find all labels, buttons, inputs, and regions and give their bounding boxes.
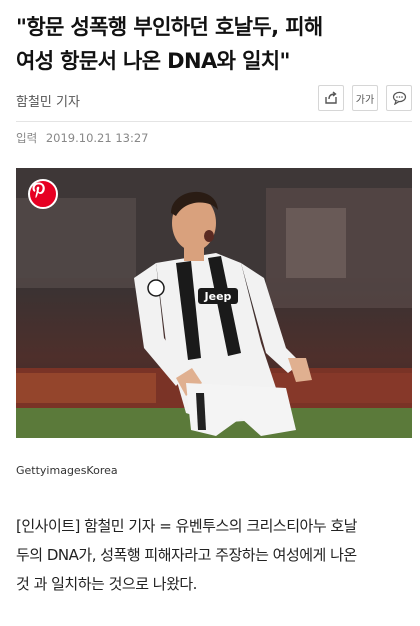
font-size-button[interactable]: 가가	[352, 85, 378, 111]
article-photo: Jeep	[16, 168, 412, 438]
share-button[interactable]	[318, 85, 344, 111]
reporter-name: 함철민 기자	[16, 95, 80, 110]
share-icon	[325, 91, 337, 104]
body-line-3: 것 과 일치하는 것으로 나왔다.	[16, 575, 197, 593]
body-line-2: 두의 DNA가, 성폭행 피해자라고 주장하는 여성에게 나온	[16, 546, 357, 564]
pinterest-button[interactable]	[28, 179, 58, 209]
comment-button[interactable]	[386, 85, 412, 111]
header-divider	[16, 121, 412, 122]
headline-line-2: 여성 항문서 나온 DNA와 일치"	[16, 49, 290, 73]
headline: "항문 성폭행 부인하던 호날두, 피해 여성 항문서 나온 DNA와 일치"	[16, 10, 408, 78]
photo-illustration: Jeep	[16, 168, 412, 438]
byline-row: 함철민 기자 가가	[16, 82, 412, 116]
headline-line-1: "항문 성폭행 부인하던 호날두, 피해	[16, 15, 323, 39]
date-value: 2019.10.21 13:27	[45, 131, 149, 145]
pinterest-icon	[32, 182, 45, 198]
photo-caption: GettyimagesKorea	[16, 464, 118, 477]
article-toolbar: 가가	[318, 85, 412, 111]
comment-icon	[392, 91, 406, 105]
date-label: 입력	[16, 131, 38, 145]
publish-date: 입력 2019.10.21 13:27	[16, 130, 148, 146]
font-size-icon: 가가	[355, 94, 375, 106]
body-line-1: [인사이트] 함철민 기자 = 유벤투스의 크리스티아누 호날	[16, 517, 357, 535]
article-body: [인사이트] 함철민 기자 = 유벤투스의 크리스티아누 호날 두의 DNA가,…	[16, 512, 414, 599]
jersey-sponsor: Jeep	[204, 290, 232, 303]
